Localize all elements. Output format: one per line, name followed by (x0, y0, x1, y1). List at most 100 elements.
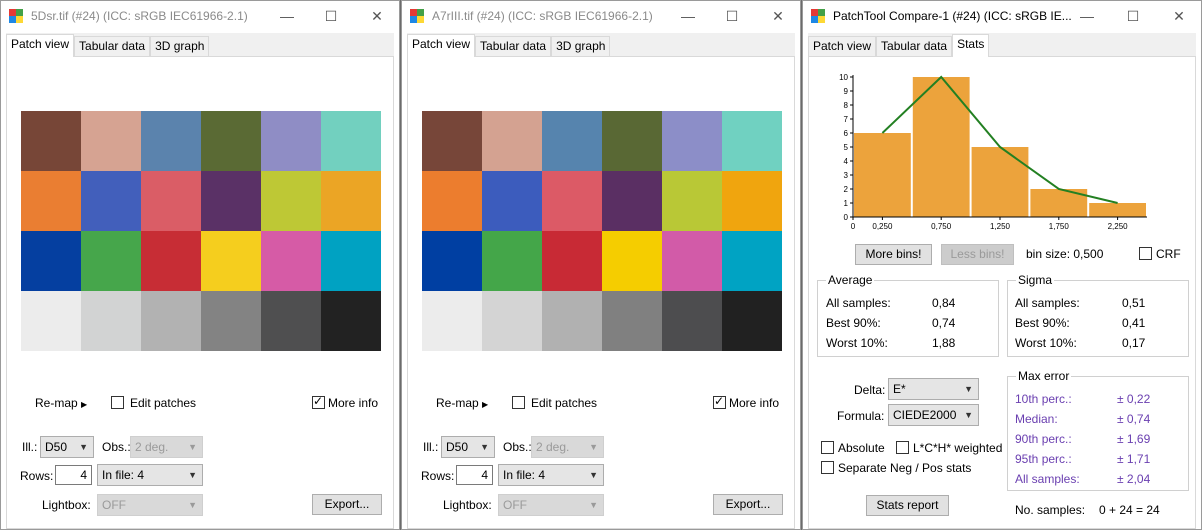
ill-select[interactable]: D50 ▼ (40, 436, 94, 458)
more-info-checkbox[interactable] (312, 394, 325, 409)
tab-stats[interactable]: Stats (952, 34, 990, 57)
color-patch[interactable] (81, 231, 141, 291)
more-info-checkbox[interactable] (713, 394, 726, 409)
tab-patch-view[interactable]: Patch view (407, 34, 476, 57)
color-patch[interactable] (321, 291, 381, 351)
minimize-icon[interactable]: — (267, 4, 307, 28)
color-patch[interactable] (602, 171, 662, 231)
color-patch[interactable] (261, 231, 321, 291)
color-patch[interactable] (542, 111, 602, 171)
color-patch[interactable] (261, 291, 321, 351)
lightbox-select[interactable]: OFF ▼ (498, 494, 604, 516)
color-patch[interactable] (422, 231, 482, 291)
edit-patches-label: Edit patches (531, 396, 598, 410)
lch-weighted-checkbox[interactable] (896, 441, 909, 454)
minimize-icon[interactable]: — (668, 4, 708, 28)
absolute-checkbox[interactable] (821, 441, 834, 454)
color-patch[interactable] (21, 231, 81, 291)
title-bar[interactable]: 5Dsr.tif (#24) (ICC: sRGB IEC61966-2.1) … (1, 1, 399, 31)
maximize-icon[interactable]: ☐ (1113, 4, 1153, 28)
close-icon[interactable]: ✕ (1159, 4, 1199, 28)
color-patch[interactable] (21, 171, 81, 231)
infile-select[interactable]: In file: 4 ▼ (97, 464, 203, 486)
color-patch[interactable] (722, 111, 782, 171)
color-patch[interactable] (422, 111, 482, 171)
color-patch[interactable] (722, 291, 782, 351)
more-bins-button[interactable]: More bins! (855, 244, 932, 265)
tab-tabular-data[interactable]: Tabular data (475, 36, 552, 57)
obs-select[interactable]: 2 deg. ▼ (130, 436, 203, 458)
color-patch[interactable] (602, 291, 662, 351)
separate-checkbox[interactable] (821, 461, 834, 474)
color-patch[interactable] (722, 171, 782, 231)
color-patch[interactable] (81, 291, 141, 351)
remap-button[interactable]: Re-map ▶ (436, 396, 488, 410)
obs-select[interactable]: 2 deg. ▼ (531, 436, 604, 458)
maximize-icon[interactable]: ☐ (712, 4, 752, 28)
color-patch[interactable] (201, 171, 261, 231)
color-patch[interactable] (542, 291, 602, 351)
color-patch[interactable] (141, 111, 201, 171)
export-button[interactable]: Export... (713, 494, 783, 515)
color-patch[interactable] (21, 291, 81, 351)
color-patch[interactable] (201, 291, 261, 351)
color-patch[interactable] (201, 111, 261, 171)
title-bar[interactable]: A7rIII.tif (#24) (ICC: sRGB IEC61966-2.1… (402, 1, 800, 31)
delta-select[interactable]: E* ▼ (888, 378, 979, 400)
tab-tabular-data[interactable]: Tabular data (74, 36, 151, 57)
color-patch[interactable] (482, 291, 542, 351)
color-patch[interactable] (542, 231, 602, 291)
y-tick-label: 10 (839, 73, 848, 82)
title-bar[interactable]: PatchTool Compare-1 (#24) (ICC: sRGB IE.… (803, 1, 1201, 31)
color-patch[interactable] (81, 171, 141, 231)
close-icon[interactable]: ✕ (758, 4, 798, 28)
tab-patch-view[interactable]: Patch view (6, 34, 75, 57)
formula-select[interactable]: CIEDE2000 ▼ (888, 404, 979, 426)
color-patch[interactable] (602, 111, 662, 171)
tab-tabular-data[interactable]: Tabular data (876, 36, 953, 57)
color-patch[interactable] (662, 171, 722, 231)
color-patch[interactable] (422, 171, 482, 231)
close-icon[interactable]: ✕ (357, 4, 397, 28)
color-patch[interactable] (482, 231, 542, 291)
remap-button[interactable]: Re-map ▶ (35, 396, 87, 410)
color-patch[interactable] (662, 111, 722, 171)
patch-grid[interactable] (422, 111, 782, 351)
color-patch[interactable] (141, 291, 201, 351)
color-patch[interactable] (321, 111, 381, 171)
color-patch[interactable] (662, 231, 722, 291)
color-patch[interactable] (602, 231, 662, 291)
color-patch[interactable] (81, 111, 141, 171)
less-bins-button[interactable]: Less bins! (941, 244, 1014, 265)
rows-input[interactable]: 4 (456, 465, 493, 485)
color-patch[interactable] (261, 171, 321, 231)
color-patch[interactable] (141, 231, 201, 291)
tab-3d-graph[interactable]: 3D graph (551, 36, 611, 57)
color-patch[interactable] (542, 171, 602, 231)
color-patch[interactable] (422, 291, 482, 351)
color-patch[interactable] (261, 111, 321, 171)
lightbox-select[interactable]: OFF ▼ (97, 494, 203, 516)
tab-patch-view[interactable]: Patch view (808, 36, 877, 57)
color-patch[interactable] (201, 231, 261, 291)
crf-checkbox[interactable] (1139, 247, 1152, 260)
maximize-icon[interactable]: ☐ (311, 4, 351, 28)
color-patch[interactable] (662, 291, 722, 351)
color-patch[interactable] (21, 111, 81, 171)
color-patch[interactable] (482, 171, 542, 231)
minimize-icon[interactable]: — (1067, 4, 1107, 28)
color-patch[interactable] (141, 171, 201, 231)
edit-patches-checkbox[interactable] (512, 396, 525, 409)
color-patch[interactable] (482, 111, 542, 171)
edit-patches-checkbox[interactable] (111, 396, 124, 409)
color-patch[interactable] (722, 231, 782, 291)
export-button[interactable]: Export... (312, 494, 382, 515)
rows-input[interactable]: 4 (55, 465, 92, 485)
patch-grid[interactable] (21, 111, 381, 351)
color-patch[interactable] (321, 231, 381, 291)
color-patch[interactable] (321, 171, 381, 231)
stats-report-button[interactable]: Stats report (866, 495, 949, 516)
tab-3d-graph[interactable]: 3D graph (150, 36, 210, 57)
ill-select[interactable]: D50 ▼ (441, 436, 495, 458)
infile-select[interactable]: In file: 4 ▼ (498, 464, 604, 486)
